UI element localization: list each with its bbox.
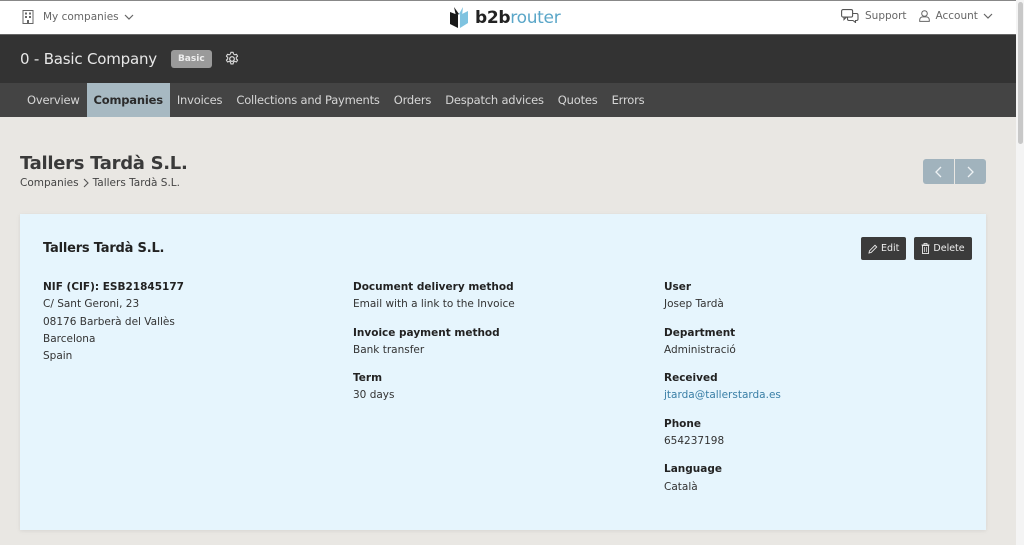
field-user: User Josep Tardà (664, 279, 781, 314)
logo-text-light: router (510, 8, 561, 28)
settings-gear-icon[interactable] (224, 51, 240, 67)
nav-tab-collections-payments[interactable]: Collections and Payments (229, 83, 386, 117)
main-nav: Overview Companies Invoices Collections … (0, 83, 1016, 117)
nav-tab-quotes[interactable]: Quotes (551, 83, 605, 117)
address-province: Barcelona (43, 332, 96, 345)
field-payment-method: Invoice payment method Bank transfer (353, 325, 515, 360)
nav-tab-overview[interactable]: Overview (20, 83, 87, 117)
previous-button[interactable] (923, 159, 954, 184)
next-button[interactable] (955, 159, 986, 184)
delete-button[interactable]: Delete (914, 237, 972, 260)
field-label: User (664, 281, 692, 293)
field-label: Term (353, 372, 383, 385)
nav-tab-companies[interactable]: Companies (86, 83, 170, 117)
field-language: Language Català (664, 461, 781, 496)
page-title: Tallers Tardà S.L. (20, 153, 188, 174)
account-label: Account (935, 10, 978, 22)
email-link[interactable]: jtarda@tallerstarda.es (664, 387, 781, 404)
edit-button[interactable]: Edit (861, 237, 907, 260)
breadcrumb-current: Tallers Tardà S.L. (92, 177, 180, 189)
field-label: Phone (664, 417, 701, 430)
address-city: 08176 Barberà del Vallès (43, 315, 175, 328)
record-pager (923, 159, 986, 184)
field-value: Administració (664, 343, 736, 356)
address-column: NIF (CIF): ESB21845177 C/ Sant Geroni, 2… (43, 279, 184, 365)
nav-tab-errors[interactable]: Errors (605, 83, 652, 117)
field-term: Term 30 days (353, 370, 515, 405)
field-label: Document delivery method (353, 281, 514, 293)
billing-column: Document delivery method Email with a li… (353, 279, 515, 416)
nav-tab-orders[interactable]: Orders (387, 83, 438, 117)
field-department: Department Administració (664, 325, 781, 360)
pencil-icon (868, 244, 878, 254)
field-label: Invoice payment method (353, 326, 500, 339)
address-street: C/ Sant Geroni, 23 (43, 298, 140, 311)
support-label: Support (865, 10, 907, 22)
contact-column: User Josep Tardà Department Administraci… (664, 279, 781, 507)
chevron-down-icon (983, 13, 993, 19)
company-detail-card: Tallers Tardà S.L. Edit Delete NIF (CIF)… (20, 214, 986, 530)
card-title: Tallers Tardà S.L. (43, 241, 165, 256)
user-icon (918, 10, 930, 22)
delete-label: Delete (933, 243, 965, 254)
field-value: Josep Tardà (664, 298, 724, 311)
my-companies-label: My companies (43, 11, 119, 23)
nav-tab-despatch-advices[interactable]: Despatch advices (438, 83, 551, 117)
edit-label: Edit (881, 243, 900, 254)
support-link[interactable]: Support (841, 9, 907, 23)
chevron-right-icon (967, 166, 974, 177)
chevron-left-icon (935, 166, 942, 177)
account-dropdown[interactable]: Account (918, 10, 999, 22)
tax-id: NIF (CIF): ESB21845177 (43, 281, 184, 293)
top-bar: My companies b2b router Support Account (0, 0, 1016, 35)
company-header: 0 - Basic Company Basic (0, 35, 1016, 83)
field-label: Language (664, 463, 722, 476)
field-value: Email with a link to the Invoice (353, 298, 515, 311)
chevron-right-icon (83, 178, 89, 188)
trash-icon (921, 243, 930, 254)
field-value: Català (664, 480, 698, 493)
field-received: Received jtarda@tallerstarda.es (664, 370, 781, 405)
logo-text-bold: b2b (475, 8, 511, 28)
plan-badge: Basic (170, 50, 212, 68)
field-value: 30 days (353, 389, 395, 402)
chevron-down-icon (124, 14, 134, 20)
building-icon (22, 10, 34, 24)
company-name: 0 - Basic Company (20, 50, 157, 68)
address-country: Spain (43, 350, 73, 363)
breadcrumb: Companies Tallers Tardà S.L. (20, 177, 180, 189)
my-companies-dropdown[interactable]: My companies (22, 10, 143, 24)
b2brouter-logo[interactable]: b2b router (448, 6, 561, 30)
field-value: Bank transfer (353, 343, 425, 356)
nav-tab-invoices[interactable]: Invoices (170, 83, 230, 117)
logo-mark-icon (450, 7, 468, 28)
chat-bubbles-icon (841, 9, 859, 23)
field-phone: Phone 654237198 (664, 416, 781, 451)
field-label: Received (664, 372, 718, 385)
field-label: Department (664, 326, 736, 339)
field-value: 654237198 (664, 435, 725, 448)
field-delivery-method: Document delivery method Email with a li… (353, 279, 515, 314)
breadcrumb-companies-link[interactable]: Companies (20, 177, 79, 189)
scrollbar-thumb[interactable] (1018, 2, 1023, 144)
